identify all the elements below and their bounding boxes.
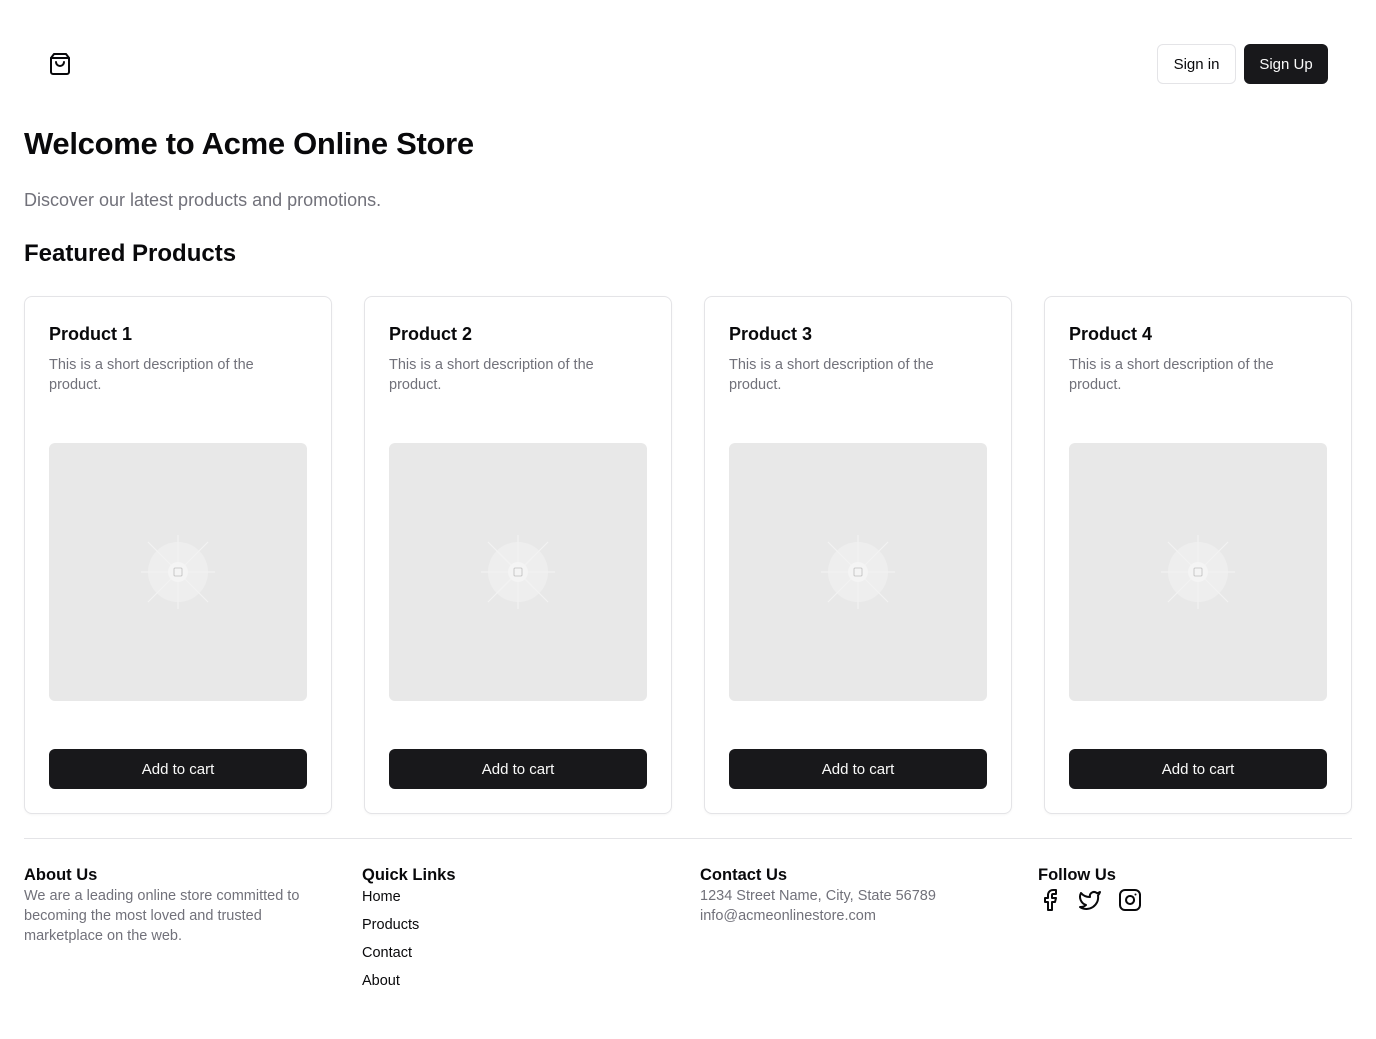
product-title: Product 3 xyxy=(729,324,813,344)
footer-follow: Follow Us xyxy=(1038,864,1338,912)
image-placeholder-icon xyxy=(821,535,895,609)
footer-follow-title: Follow Us xyxy=(1038,866,1116,884)
product-image-placeholder xyxy=(389,443,647,701)
image-placeholder-icon xyxy=(481,535,555,609)
featured-products-title: Featured Products xyxy=(24,240,237,267)
add-to-cart-button[interactable]: Add to cart xyxy=(729,749,987,789)
sign-up-button[interactable]: Sign Up xyxy=(1244,44,1328,84)
social-links xyxy=(1038,888,1338,912)
product-card: Product 4 This is a short description of… xyxy=(1044,296,1352,814)
facebook-icon[interactable] xyxy=(1038,888,1062,912)
footer-address: 1234 Street Name, City, State 56789 xyxy=(700,888,936,904)
footer-link-contact[interactable]: Contact xyxy=(362,939,662,967)
footer-divider xyxy=(24,838,1352,839)
product-image-placeholder xyxy=(1069,443,1327,701)
sign-in-button[interactable]: Sign in xyxy=(1157,44,1236,84)
product-image-placeholder xyxy=(729,443,987,701)
product-image-placeholder xyxy=(49,443,307,701)
product-card: Product 2 This is a short description of… xyxy=(364,296,672,814)
footer-quick-links: Quick Links Home Products Contact About xyxy=(362,864,662,995)
product-description: This is a short description of the produ… xyxy=(1069,357,1274,393)
add-to-cart-button[interactable]: Add to cart xyxy=(49,749,307,789)
shopping-bag-icon[interactable] xyxy=(48,52,72,76)
product-description: This is a short description of the produ… xyxy=(729,357,934,393)
add-to-cart-button[interactable]: Add to cart xyxy=(389,749,647,789)
product-description: This is a short description of the produ… xyxy=(49,357,254,393)
image-placeholder-icon xyxy=(141,535,215,609)
product-card: Product 1 This is a short description of… xyxy=(24,296,332,814)
image-placeholder-icon xyxy=(1161,535,1235,609)
product-title: Product 1 xyxy=(49,324,133,344)
instagram-icon[interactable] xyxy=(1118,888,1142,912)
hero-title: Welcome to Acme Online Store xyxy=(24,126,474,161)
footer-about-text: We are a leading online store committed … xyxy=(24,888,300,944)
product-grid: Product 1 This is a short description of… xyxy=(24,296,1352,814)
product-card: Product 3 This is a short description of… xyxy=(704,296,1012,814)
add-to-cart-button[interactable]: Add to cart xyxy=(1069,749,1327,789)
footer-about-title: About Us xyxy=(24,866,98,884)
footer-email: info@acmeonlinestore.com xyxy=(700,908,876,924)
footer-link-home[interactable]: Home xyxy=(362,883,662,911)
hero-subtitle: Discover our latest products and promoti… xyxy=(24,190,382,210)
product-description: This is a short description of the produ… xyxy=(389,357,594,393)
footer-about: About Us We are a leading online store c… xyxy=(24,864,324,946)
product-title: Product 4 xyxy=(1069,324,1153,344)
footer-link-products[interactable]: Products xyxy=(362,911,662,939)
twitter-icon[interactable] xyxy=(1078,888,1102,912)
footer-contact-title: Contact Us xyxy=(700,866,788,884)
footer-contact: Contact Us 1234 Street Name, City, State… xyxy=(700,864,1020,926)
product-title: Product 2 xyxy=(389,324,473,344)
site-header: Sign in Sign Up xyxy=(0,0,1376,128)
footer-link-about[interactable]: About xyxy=(362,967,662,995)
